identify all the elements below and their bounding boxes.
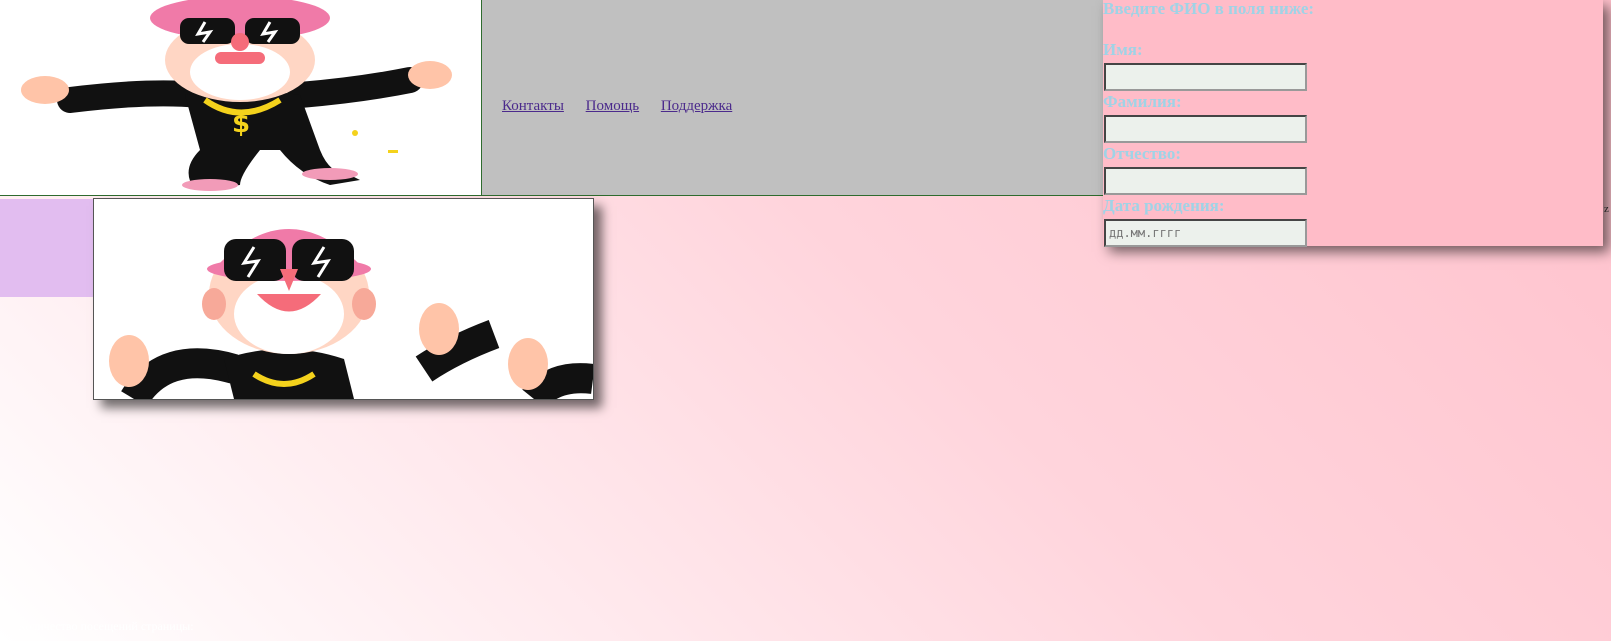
main-picture (93, 198, 594, 400)
sidebar-block (0, 199, 93, 297)
last-name-input[interactable] (1104, 115, 1307, 143)
stray-character: z (1604, 203, 1609, 215)
nav-link-support[interactable]: Поддержка (661, 98, 732, 114)
last-name-label: Фамилия: (1103, 92, 1182, 111)
fio-form: Введите ФИО в поля ниже: Имя: Фамилия: О… (1103, 0, 1603, 247)
nav-link-help[interactable]: Помощь (586, 98, 639, 114)
birthdate-input[interactable] (1104, 219, 1307, 247)
navigation-bar: Контакты Помощь Поддержка (482, 0, 1103, 196)
header-logo-image: $ (0, 0, 482, 196)
first-name-input[interactable] (1104, 63, 1307, 91)
birthdate-label: Дата рождения: (1103, 196, 1225, 215)
form-title: Введите ФИО в поля ниже: (1103, 0, 1315, 18)
first-name-label: Имя: (1103, 40, 1143, 59)
patronymic-label: Отчество: (1103, 144, 1182, 163)
nav-links: Контакты Помощь Поддержка (502, 98, 750, 115)
cartoon-rapper-icon: $ (21, 0, 452, 191)
cartoon-rapper-closeup-icon (109, 229, 593, 399)
svg-text:$: $ (232, 109, 250, 139)
nav-link-contacts[interactable]: Контакты (502, 98, 564, 114)
patronymic-input[interactable] (1104, 167, 1307, 195)
visit-counter-label: Количество посещений страницы: (18, 619, 194, 633)
